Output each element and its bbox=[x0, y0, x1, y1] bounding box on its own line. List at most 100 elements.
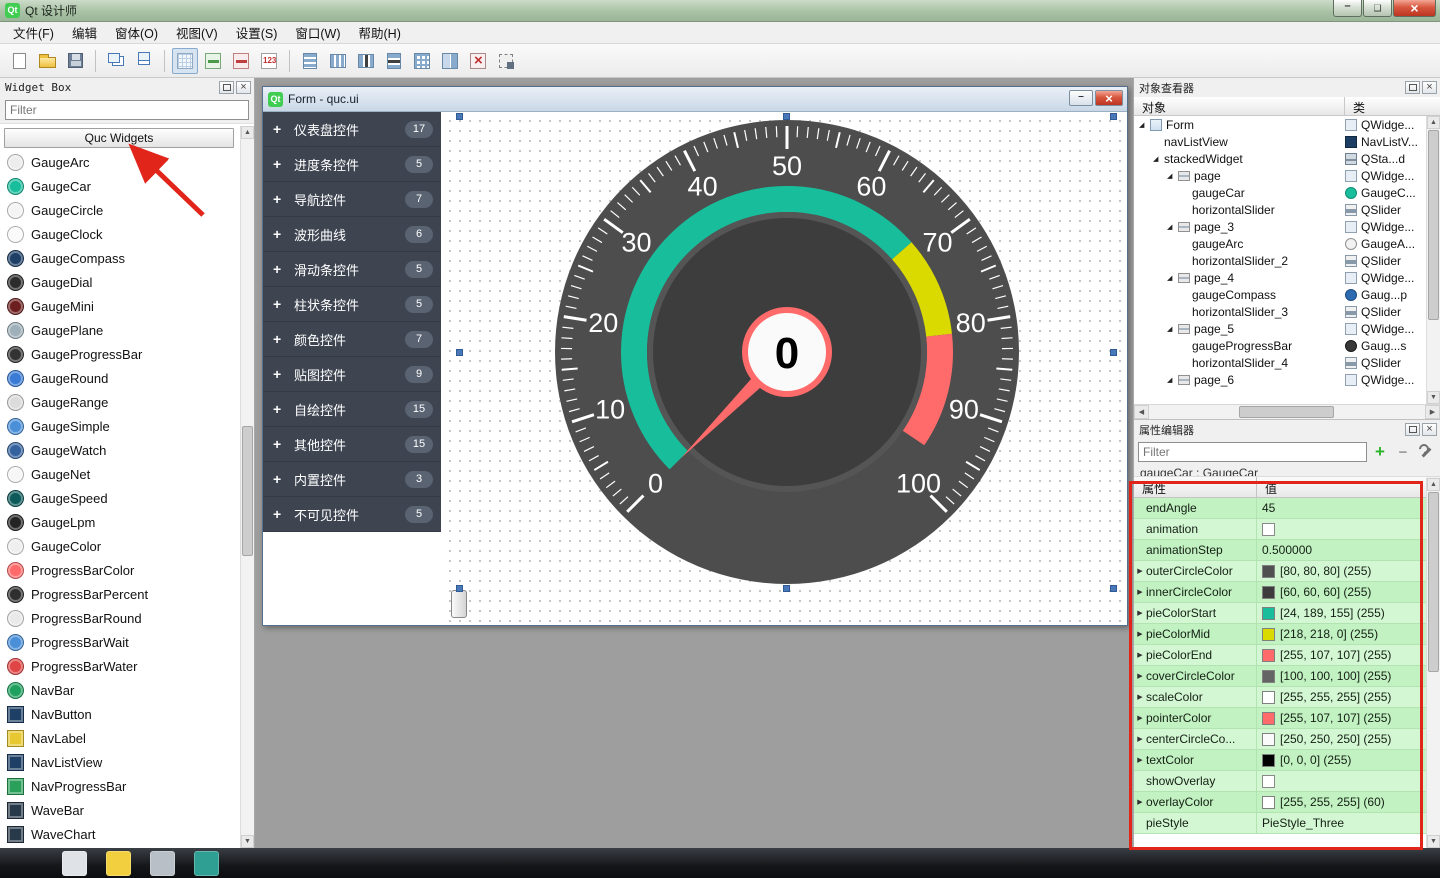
scroll-down-icon[interactable]: ▼ bbox=[241, 835, 254, 848]
widget-item[interactable]: GaugeSpeed bbox=[0, 486, 238, 510]
object-tree-row[interactable]: gaugeCarGaugeC... bbox=[1134, 184, 1440, 201]
expand-arrow-icon[interactable]: ▶ bbox=[1134, 714, 1146, 722]
widget-item[interactable]: GaugeClock bbox=[0, 222, 238, 246]
configure-property-editor-icon[interactable] bbox=[1416, 442, 1436, 462]
property-row[interactable]: ▶pieColorEnd[255, 107, 107] (255) bbox=[1134, 645, 1426, 666]
property-column-header[interactable]: 属性 bbox=[1134, 477, 1257, 497]
property-row[interactable]: ▶textColor[0, 0, 0] (255) bbox=[1134, 750, 1426, 771]
selection-handle[interactable] bbox=[1110, 585, 1117, 592]
property-value-cell[interactable]: PieStyle_Three bbox=[1257, 813, 1426, 833]
widget-item[interactable]: GaugeLpm bbox=[0, 510, 238, 534]
expand-arrow-icon[interactable]: ▶ bbox=[1134, 735, 1146, 743]
form-close-button[interactable] bbox=[1095, 90, 1123, 106]
property-value-cell[interactable]: 45 bbox=[1257, 498, 1426, 518]
adjust-size-icon[interactable] bbox=[493, 48, 519, 74]
menu-item[interactable]: 帮助(H) bbox=[350, 20, 410, 45]
edit-widgets-icon[interactable] bbox=[172, 48, 198, 74]
widget-item[interactable]: GaugeRound bbox=[0, 366, 238, 390]
widget-item[interactable]: WaveBar bbox=[0, 798, 238, 822]
form-canvas[interactable]: 01020304050607080901000 bbox=[441, 112, 1127, 625]
edit-buddies-icon[interactable] bbox=[228, 48, 254, 74]
nav-list-item[interactable]: +波形曲线6 bbox=[263, 217, 441, 252]
widget-item[interactable]: NavBar bbox=[0, 678, 238, 702]
remove-dynamic-property-icon[interactable]: − bbox=[1393, 442, 1413, 462]
expanded-arrow-icon[interactable]: ◢ bbox=[1167, 325, 1178, 333]
menu-item[interactable]: 窗口(W) bbox=[286, 20, 349, 45]
nav-list-item[interactable]: +内置控件3 bbox=[263, 462, 441, 497]
gauge-car-widget[interactable]: 01020304050607080901000 bbox=[547, 112, 1027, 592]
nav-list-item[interactable]: +导航控件7 bbox=[263, 182, 441, 217]
expanded-arrow-icon[interactable]: ◢ bbox=[1167, 223, 1178, 231]
nav-list-item[interactable]: +颜色控件7 bbox=[263, 322, 441, 357]
layout-splitter-horizontal-icon[interactable] bbox=[353, 48, 379, 74]
scrollbar-thumb[interactable] bbox=[242, 426, 253, 556]
property-value-cell[interactable]: [255, 255, 255] (255) bbox=[1257, 687, 1426, 707]
object-tree-row[interactable]: gaugeProgressBarGaug...s bbox=[1134, 337, 1440, 354]
object-tree-row[interactable]: ◢pageQWidge... bbox=[1134, 167, 1440, 184]
property-row[interactable]: ▶centerCircleCo...[250, 250, 250] (255) bbox=[1134, 729, 1426, 750]
expand-arrow-icon[interactable]: ▶ bbox=[1134, 756, 1146, 764]
property-value-cell[interactable]: [60, 60, 60] (255) bbox=[1257, 582, 1426, 602]
object-tree-row[interactable]: ◢page_5QWidge... bbox=[1134, 320, 1440, 337]
scroll-up-icon[interactable]: ▲ bbox=[241, 126, 254, 139]
scrollbar-thumb[interactable] bbox=[1428, 130, 1439, 320]
object-tree-row[interactable]: horizontalSlider_4QSlider bbox=[1134, 354, 1440, 371]
taskbar-app-1-icon[interactable] bbox=[62, 851, 87, 876]
property-row[interactable]: animation bbox=[1134, 519, 1426, 540]
widget-item[interactable]: NavListView bbox=[0, 750, 238, 774]
nav-list-item[interactable]: +不可见控件5 bbox=[263, 497, 441, 532]
menu-item[interactable]: 窗体(O) bbox=[106, 20, 167, 45]
property-row[interactable]: ▶scaleColor[255, 255, 255] (255) bbox=[1134, 687, 1426, 708]
selection-handle[interactable] bbox=[456, 113, 463, 120]
widget-item[interactable]: GaugeWatch bbox=[0, 438, 238, 462]
selection-handle[interactable] bbox=[1110, 113, 1117, 120]
widget-box-scrollbar[interactable]: ▲ ▼ bbox=[240, 126, 254, 848]
form-minimize-button[interactable] bbox=[1069, 90, 1093, 106]
close-panel-icon[interactable] bbox=[236, 81, 251, 94]
maximize-button[interactable] bbox=[1363, 0, 1392, 17]
scroll-right-icon[interactable]: ▶ bbox=[1425, 405, 1440, 419]
property-row[interactable]: ▶innerCircleColor[60, 60, 60] (255) bbox=[1134, 582, 1426, 603]
widget-item[interactable]: NavProgressBar bbox=[0, 774, 238, 798]
widget-item[interactable]: ProgressBarWater bbox=[0, 654, 238, 678]
scroll-up-icon[interactable]: ▲ bbox=[1427, 478, 1440, 491]
property-row[interactable]: ▶pointerColor[255, 107, 107] (255) bbox=[1134, 708, 1426, 729]
property-row[interactable]: ▶coverCircleColor[100, 100, 100] (255) bbox=[1134, 666, 1426, 687]
float-panel-icon[interactable] bbox=[1405, 81, 1420, 94]
object-tree-row[interactable]: ◢page_3QWidge... bbox=[1134, 218, 1440, 235]
expanded-arrow-icon[interactable]: ◢ bbox=[1139, 121, 1150, 129]
expand-arrow-icon[interactable]: ▶ bbox=[1134, 567, 1146, 575]
widget-item[interactable]: GaugeCar bbox=[0, 174, 238, 198]
widget-item[interactable]: NavButton bbox=[0, 702, 238, 726]
new-file-icon[interactable] bbox=[6, 48, 32, 74]
widget-item[interactable]: GaugeDial bbox=[0, 270, 238, 294]
expanded-arrow-icon[interactable]: ◢ bbox=[1167, 172, 1178, 180]
widget-category-header[interactable]: Quc Widgets bbox=[4, 128, 234, 148]
property-value-cell[interactable]: [250, 250, 250] (255) bbox=[1257, 729, 1426, 749]
object-tree-row[interactable]: gaugeArcGaugeA... bbox=[1134, 235, 1440, 252]
nav-list-item[interactable]: +贴图控件9 bbox=[263, 357, 441, 392]
menu-item[interactable]: 编辑 bbox=[63, 20, 106, 45]
object-tree-row[interactable]: gaugeCompassGaug...p bbox=[1134, 286, 1440, 303]
widget-item[interactable]: GaugeProgressBar bbox=[0, 342, 238, 366]
widget-item[interactable]: WaveChart bbox=[0, 822, 238, 846]
widget-item[interactable]: GaugeRange bbox=[0, 390, 238, 414]
open-file-icon[interactable] bbox=[34, 48, 60, 74]
nav-list-item[interactable]: +柱状条控件5 bbox=[263, 287, 441, 322]
widget-item[interactable]: GaugeMini bbox=[0, 294, 238, 318]
property-row[interactable]: ▶outerCircleColor[80, 80, 80] (255) bbox=[1134, 561, 1426, 582]
property-value-cell[interactable]: [100, 100, 100] (255) bbox=[1257, 666, 1426, 686]
add-dynamic-property-icon[interactable]: + bbox=[1370, 442, 1390, 462]
object-tree-row[interactable]: navListViewNavListV... bbox=[1134, 133, 1440, 150]
nav-list-item[interactable]: +自绘控件15 bbox=[263, 392, 441, 427]
object-inspector-hscrollbar[interactable]: ◀ ▶ bbox=[1134, 404, 1440, 419]
property-row[interactable]: showOverlay bbox=[1134, 771, 1426, 792]
selection-handle[interactable] bbox=[1110, 349, 1117, 356]
cascade-windows-icon[interactable] bbox=[103, 48, 129, 74]
widget-item[interactable]: GaugeColor bbox=[0, 534, 238, 558]
expand-arrow-icon[interactable]: ▶ bbox=[1134, 609, 1146, 617]
layout-grid-icon[interactable] bbox=[409, 48, 435, 74]
expanded-arrow-icon[interactable]: ◢ bbox=[1153, 155, 1164, 163]
layout-splitter-vertical-icon[interactable] bbox=[381, 48, 407, 74]
property-value-cell[interactable]: 0.500000 bbox=[1257, 540, 1426, 560]
